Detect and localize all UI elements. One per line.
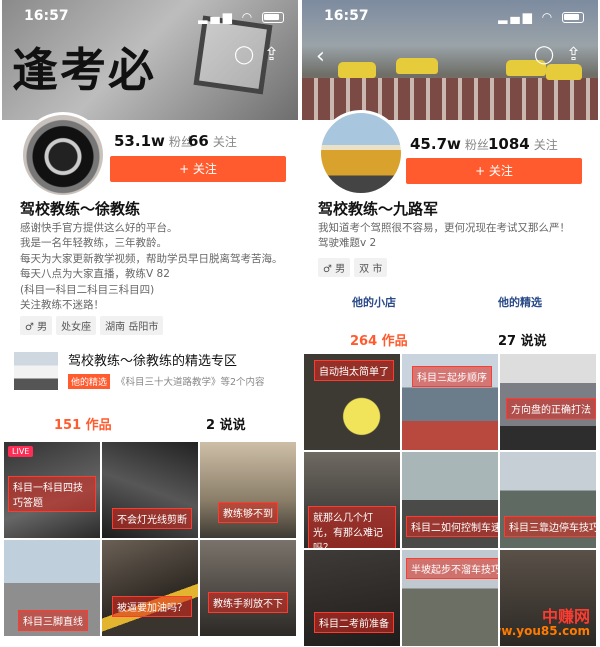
video-tile[interactable]: 教练够不到 [200,442,296,538]
gender-tag: ♂ 男 [20,316,53,335]
zodiac-tag: 处女座 [56,316,97,335]
share-icon[interactable]: ⇪ [264,44,279,65]
wifi-icon: ◠ [541,10,556,24]
video-tile[interactable]: 半坡起步不溜车技巧 [402,550,498,646]
video-tile[interactable]: 科目二如何控制车速 [402,452,498,548]
profile-name: 驾校教练～九路军 [318,200,439,218]
featured-thumbnail [14,352,58,390]
right-profile-screen: 16:57 ▂▄▆ ◠ ‹ ◯ ⇪ 45.7w 粉丝 1084 关注 + 关注 驾校… [302,0,598,647]
video-tile[interactable]: 科目三脚直线 [4,540,100,636]
video-tile[interactable]: 科目三起步顺序 [402,354,498,450]
battery-icon [562,12,584,23]
video-tile[interactable]: 不会灯光线剪断 [102,442,198,538]
following-stat[interactable]: 1084 关注 [488,135,558,153]
status-bar: 16:57 ▂▄▆ ◠ [302,8,598,28]
follow-button[interactable]: + 关注 [110,156,286,182]
signal-icon: ▂▄▆ [198,10,235,24]
avatar[interactable] [20,112,106,198]
car-graphic [338,62,376,78]
profile-name: 驾校教练～徐教练 [20,200,141,218]
video-tile[interactable]: 被逼要加油吗？ [102,540,198,636]
picks-link[interactable]: 他的精选 [498,294,542,310]
video-grid: 自动挡太简单了 科目三起步顺序 方向盘的正确打法 就那么几个灯光，有那么难记吗？… [304,354,596,646]
tab-says[interactable]: 2 说说 [206,414,246,433]
live-badge: LIVE [8,446,34,457]
profile-tags: ♂ 男处女座 湖南 岳阳市 [20,316,167,335]
battery-icon [262,12,284,23]
followers-stat[interactable]: 45.7w 粉丝 [410,135,489,153]
share-icon[interactable]: ⇪ [566,44,581,65]
tab-says[interactable]: 27 说说 [498,330,547,349]
content-tabs: 151 作品 2 说说 [2,414,298,436]
cover-text: 逢考必 [12,43,156,97]
featured-collection[interactable]: 驾校教练～徐教练的精选专区 他的精选 《科目三十大道路教学》等2个内容 [14,348,290,392]
followers-stat[interactable]: 53.1w 粉丝 [114,132,193,150]
tab-works[interactable]: 151 作品 [54,414,112,433]
video-tile[interactable]: 教练手刹放不下 [200,540,296,636]
location-tag: 双 市 [354,258,388,277]
shop-link[interactable]: 他的小店 [352,294,396,310]
follow-button[interactable]: + 关注 [406,158,582,184]
video-tile[interactable]: 科目二考前准备 [304,550,400,646]
featured-badge: 他的精选 [68,374,111,389]
video-tile[interactable]: LIVE 科目一科目四技巧答题 [4,442,100,538]
video-tile[interactable]: 就那么几个灯光，有那么难记吗？ [304,452,400,548]
signal-icon: ▂▄▆ [498,10,535,24]
chat-icon[interactable]: ◯ [534,44,554,65]
location-tag: 湖南 岳阳市 [100,316,164,335]
status-bar: 16:57 ▂▄▆ ◠ [2,8,298,28]
wifi-icon: ◠ [241,10,256,24]
watermark: 中赚网www.you85.com [500,607,590,639]
chat-icon[interactable]: ◯ [234,44,254,65]
profile-bio: 感谢快手官方提供这么好的平台。 我是一名年轻教练，三年教龄。 每天为大家更新教学… [20,222,283,312]
avatar[interactable] [318,110,404,196]
left-profile-screen: 逢考必 16:57 ▂▄▆ ◠ ◯ ⇪ 53.1w 粉丝 66 关注 + 关注 驾校… [2,0,298,647]
gender-tag: ♂ 男 [318,258,351,277]
video-tile[interactable]: 科目三靠边停车技巧 [500,452,596,548]
video-tile[interactable]: 中赚网www.you85.com [500,550,596,646]
profile-bio: 我知道考个驾照很不容易，更何况现在考试又那么严！ 驾驶难题v 2 [318,222,570,250]
back-icon[interactable]: ‹ [316,44,325,69]
profile-tags: ♂ 男双 市 [318,258,391,277]
car-graphic [546,64,582,80]
following-stat[interactable]: 66 关注 [188,132,237,150]
video-tile[interactable]: 自动挡太简单了 [304,354,400,450]
status-time: 16:57 [24,8,69,24]
car-graphic [396,58,438,74]
video-grid: LIVE 科目一科目四技巧答题 不会灯光线剪断 教练够不到 科目三脚直线 被逼要… [4,442,296,636]
content-tabs: 264 作品 27 说说 [302,330,598,352]
video-tile[interactable]: 方向盘的正确打法 [500,354,596,450]
tab-works[interactable]: 264 作品 [350,330,408,349]
status-time: 16:57 [324,8,369,24]
